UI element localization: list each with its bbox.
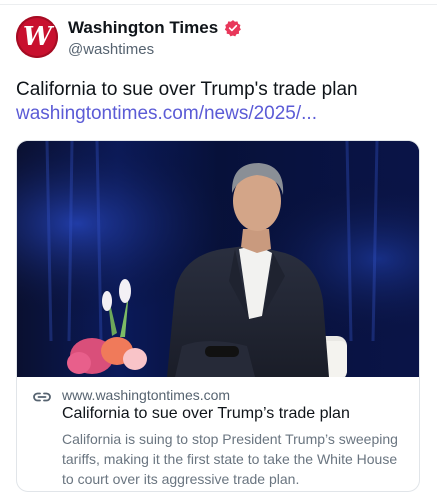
author-names: Washington Times @washtimes: [68, 17, 242, 58]
post-link[interactable]: washingtontimes.com/news/2025/...: [16, 101, 317, 126]
avatar-logo: W: [22, 22, 52, 52]
card-body[interactable]: www.washingtontimes.com California to su…: [17, 377, 419, 491]
display-name[interactable]: Washington Times: [68, 18, 218, 38]
link-preview-card[interactable]: www.washingtontimes.com California to su…: [16, 140, 420, 492]
card-title[interactable]: California to sue over Trump’s trade pla…: [62, 405, 350, 423]
avatar[interactable]: W: [16, 16, 58, 58]
post: W Washington Times @washtimes California…: [0, 0, 437, 500]
card-description: California is suing to stop President Tr…: [62, 431, 398, 487]
verified-badge-icon: [224, 19, 242, 37]
handle[interactable]: @washtimes: [68, 41, 242, 58]
post-text: California to sue over Trump's trade pla…: [16, 79, 358, 100]
post-header: W Washington Times @washtimes: [16, 16, 416, 60]
card-domain: www.washingtontimes.com: [62, 387, 231, 403]
link-icon: [32, 390, 52, 404]
card-photo: [17, 141, 419, 377]
card-image[interactable]: [17, 141, 419, 377]
